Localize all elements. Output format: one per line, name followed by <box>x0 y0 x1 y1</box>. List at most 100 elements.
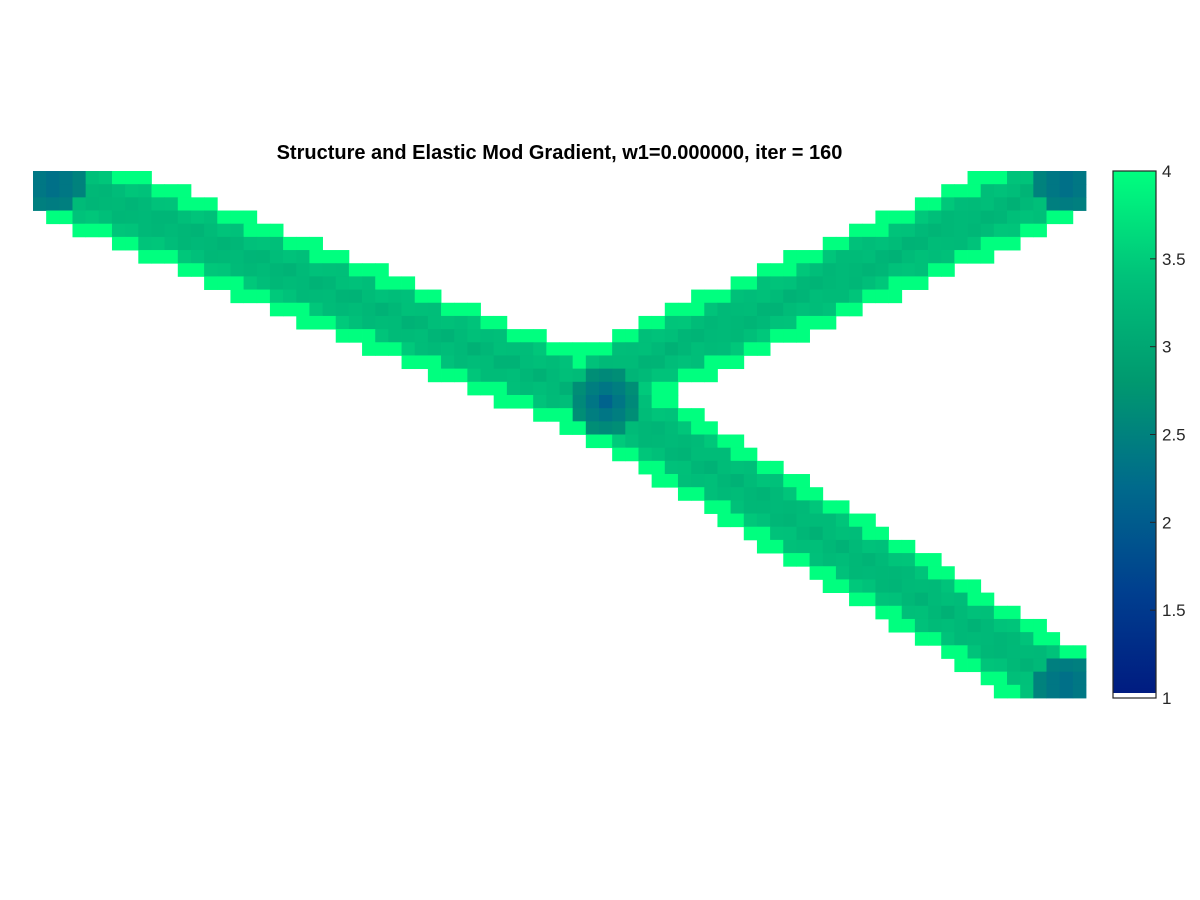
heatmap-cell <box>1072 171 1087 185</box>
heatmap-cell <box>151 197 166 211</box>
heatmap-cell <box>1033 171 1047 185</box>
heatmap-cell <box>362 263 376 277</box>
heatmap-cell <box>414 315 429 330</box>
heatmap-cell <box>283 236 297 251</box>
heatmap-cell <box>756 289 771 304</box>
heatmap-cell <box>190 250 205 264</box>
heatmap-cell <box>862 513 876 528</box>
heatmap-cell <box>677 355 692 370</box>
heatmap-cell <box>770 513 784 528</box>
heatmap-cell <box>230 289 244 304</box>
heatmap-cell <box>756 329 771 343</box>
heatmap-cell <box>888 539 903 554</box>
heatmap-cell <box>269 236 284 251</box>
heatmap-cell <box>743 289 758 304</box>
heatmap-cell <box>717 355 732 370</box>
heatmap-cell <box>243 210 258 225</box>
heatmap-cell <box>717 329 732 343</box>
heatmap-cell <box>954 184 968 198</box>
heatmap-cell <box>664 315 679 330</box>
heatmap-cell <box>651 434 666 449</box>
heatmap-cell <box>993 632 1008 646</box>
heatmap-cell <box>638 315 653 330</box>
heatmap-cell <box>822 263 837 277</box>
heatmap-cell <box>822 236 837 251</box>
heatmap-cell <box>756 474 771 488</box>
heatmap-cell <box>520 368 534 383</box>
heatmap-cell <box>1059 684 1074 699</box>
heatmap-cell <box>862 289 876 304</box>
heatmap-cell <box>480 368 495 383</box>
heatmap-cell <box>375 329 389 343</box>
heatmap-cell <box>1046 184 1061 198</box>
heatmap-cell <box>888 223 903 238</box>
heatmap-cell <box>296 250 310 264</box>
heatmap-cell <box>204 210 218 225</box>
heatmap-cell <box>283 250 297 264</box>
heatmap-cell <box>243 289 258 304</box>
heatmap-cell <box>704 329 718 343</box>
heatmap-cell <box>914 210 929 225</box>
heatmap-cell <box>612 381 626 396</box>
heatmap-cell <box>1007 632 1021 646</box>
heatmap-cell <box>704 342 718 356</box>
heatmap-cell <box>625 447 639 462</box>
heatmap-cell <box>85 197 100 211</box>
heatmap-cell <box>770 526 784 541</box>
heatmap-cell <box>33 197 47 211</box>
heatmap-cell <box>941 250 955 264</box>
heatmap-cell <box>335 250 350 264</box>
heatmap-cell <box>1007 210 1021 225</box>
heatmap-cell <box>72 210 87 225</box>
heatmap-cell <box>928 632 942 646</box>
heatmap-cell <box>849 579 863 593</box>
heatmap-cell <box>756 500 771 514</box>
heatmap-cell <box>835 302 850 317</box>
heatmap-cell <box>480 381 495 396</box>
heatmap-cell <box>796 487 810 501</box>
heatmap-cell <box>835 236 850 251</box>
heatmap-cell <box>217 223 231 238</box>
heatmap-cell <box>914 553 929 567</box>
heatmap-cell <box>506 355 521 370</box>
heatmap-cell <box>822 250 837 264</box>
heatmap-cell <box>638 408 653 422</box>
heatmap-cell <box>730 434 745 449</box>
heatmap-cell <box>1046 197 1061 211</box>
heatmap-cell <box>559 355 574 370</box>
heatmap-cell <box>691 342 705 356</box>
heatmap-cell <box>335 315 350 330</box>
heatmap-cell <box>467 355 481 370</box>
heatmap-cell <box>480 342 495 356</box>
heatmap-cell <box>717 460 732 475</box>
heatmap-cell <box>638 434 653 449</box>
heatmap-cell <box>98 184 113 198</box>
heatmap-cell <box>967 197 982 211</box>
heatmap-cell <box>572 381 587 396</box>
heatmap <box>33 171 1087 699</box>
heatmap-cell <box>717 302 732 317</box>
heatmap-cell <box>1046 632 1061 646</box>
heatmap-cell <box>717 447 732 462</box>
heatmap-cell <box>967 171 982 185</box>
heatmap-cell <box>177 197 192 211</box>
heatmap-cell <box>941 223 955 238</box>
heatmap-cell <box>125 223 139 238</box>
heatmap-cell <box>1020 210 1034 225</box>
heatmap-cell <box>822 276 837 290</box>
heatmap-cell <box>467 381 481 396</box>
heatmap-cell <box>230 263 244 277</box>
heatmap-cell <box>756 342 771 356</box>
heatmap-cell <box>322 250 337 264</box>
heatmap-cell <box>362 276 376 290</box>
heatmap-cell <box>1020 184 1034 198</box>
heatmap-cell <box>269 276 284 290</box>
heatmap-cell <box>467 302 481 317</box>
heatmap-cell <box>1033 658 1047 673</box>
heatmap-cell <box>256 250 271 264</box>
heatmap-cell <box>256 223 271 238</box>
heatmap-cell <box>901 263 916 277</box>
heatmap-cell <box>677 342 692 356</box>
heatmap-cell <box>967 618 982 633</box>
heatmap-cell <box>875 236 889 251</box>
